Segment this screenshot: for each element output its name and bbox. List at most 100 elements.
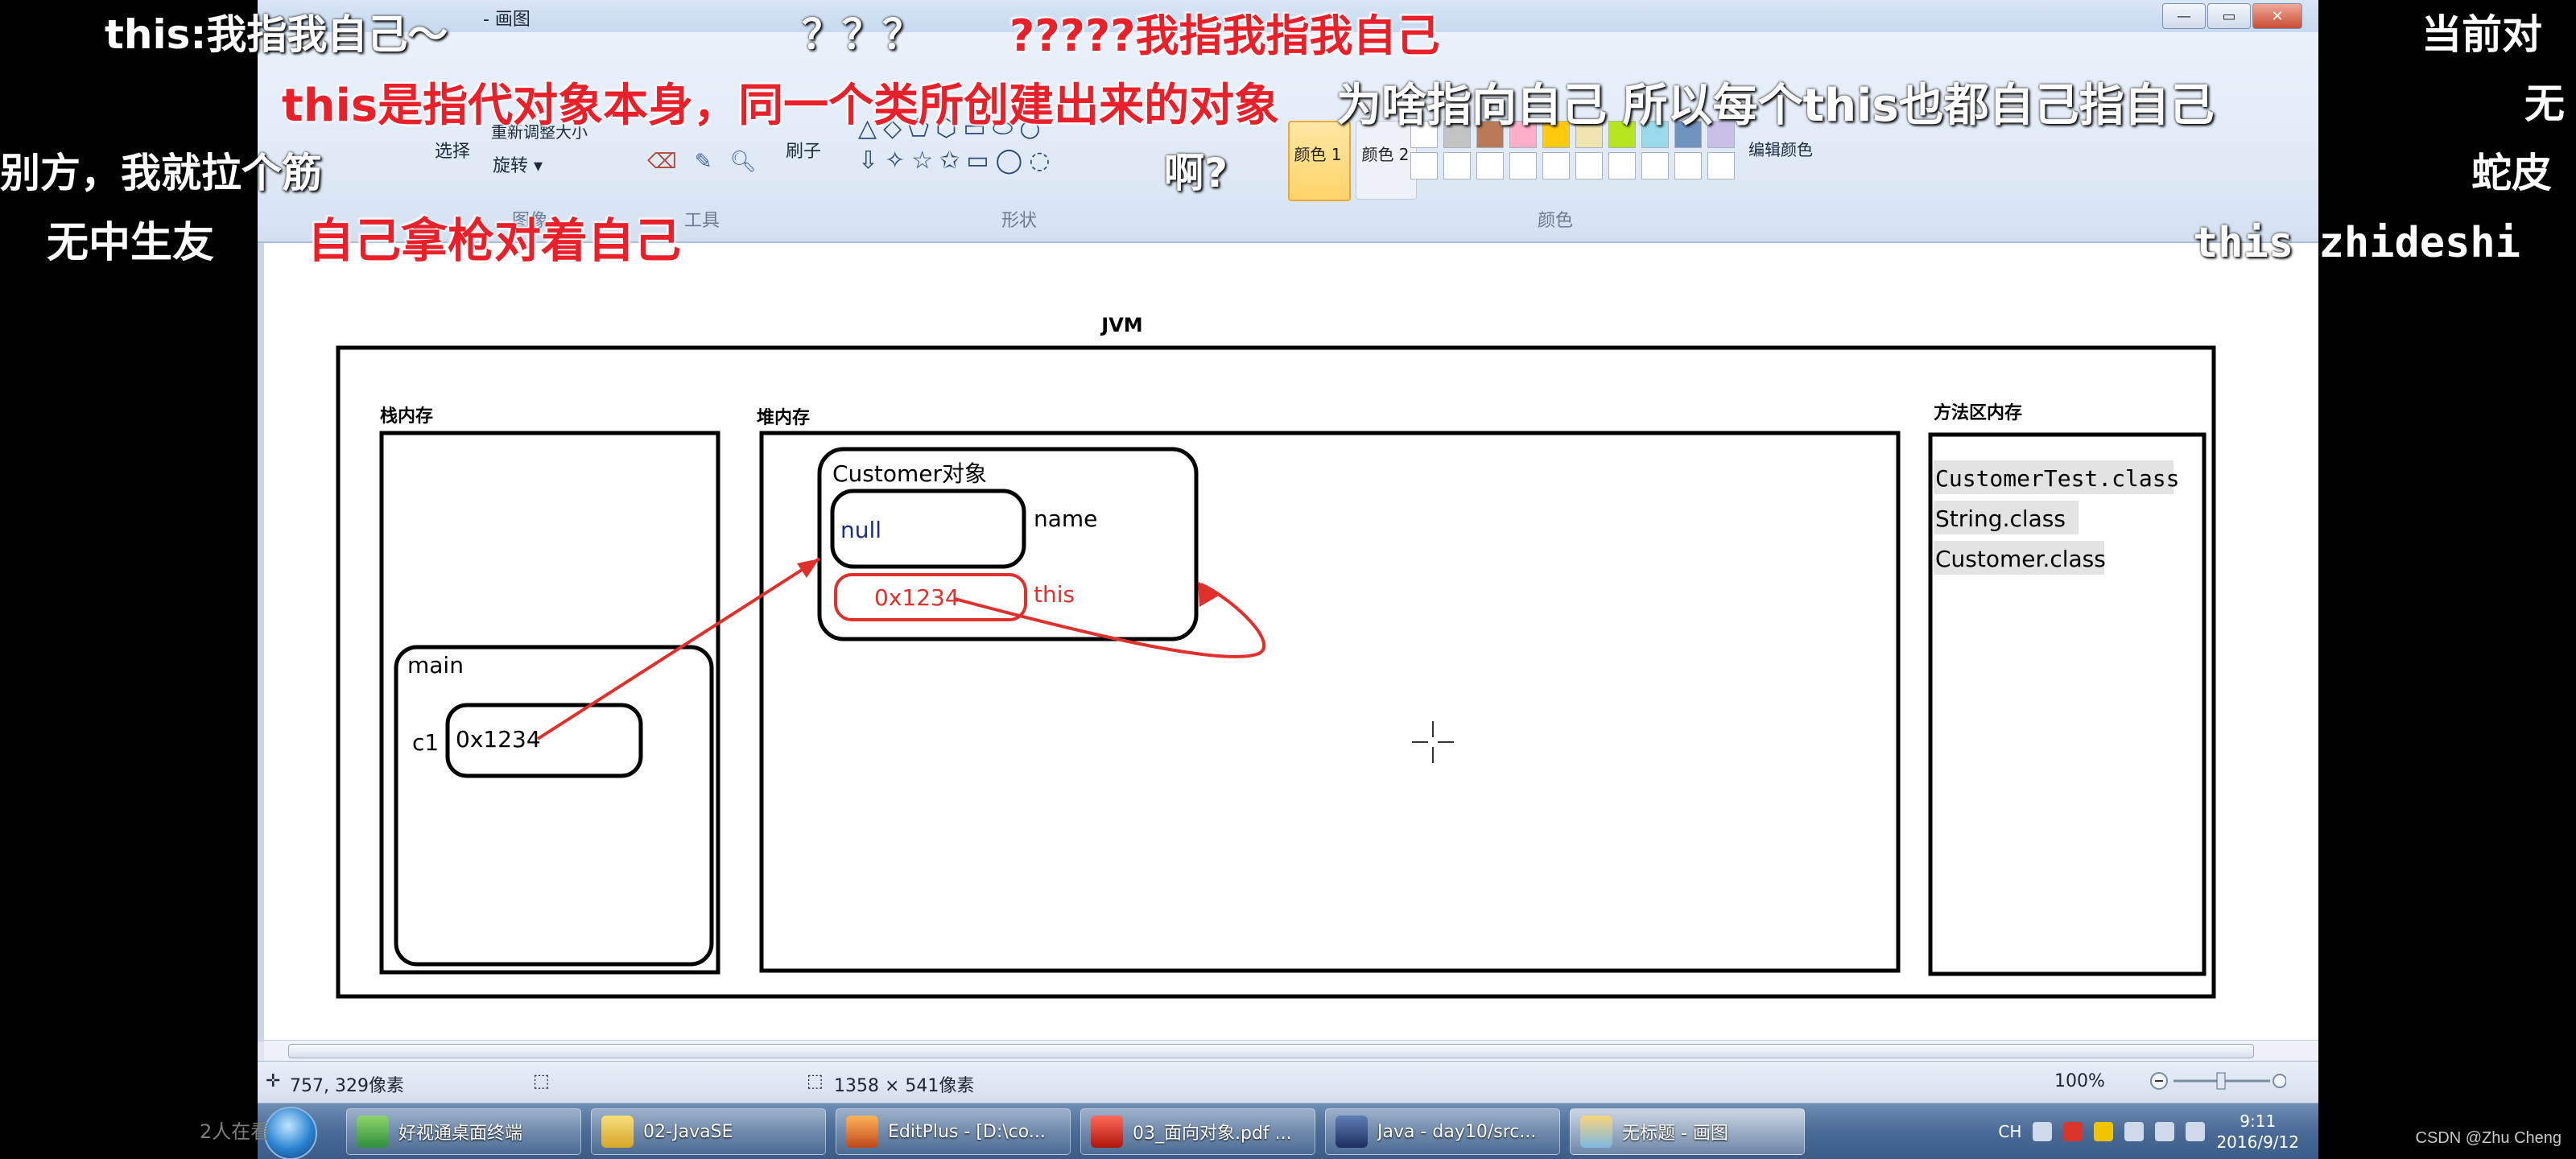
danmaku-comment: ？？？ xyxy=(802,11,923,58)
method-area-label: 方法区内存 xyxy=(1934,402,2022,423)
color2-label: 颜色 2 xyxy=(1361,145,1410,164)
heap-box xyxy=(759,431,1901,973)
system-tray: CH 9:11 2016/9/12 xyxy=(1998,1108,2299,1155)
taskbar-item-label: EditPlus - [D:\co... xyxy=(888,1121,1046,1142)
crosshair-cursor-icon xyxy=(1412,721,1454,763)
canvas-size-icon: ⬚ xyxy=(807,1071,824,1091)
swatch[interactable] xyxy=(1509,152,1537,179)
color1-label: 颜色 1 xyxy=(1294,145,1342,164)
tools-row: ⌫ ✎ 🔍︎ xyxy=(647,150,757,174)
windows-taskbar: 好视通桌面终端 02-JavaSE EditPlus - [D:\co... 0… xyxy=(258,1103,2318,1159)
group-tools-label: 工具 xyxy=(684,211,720,231)
danmaku-comment: ?????我指我指我自己 xyxy=(1009,10,1440,61)
arrowhead xyxy=(1198,581,1219,607)
class-entry: String.class xyxy=(1935,505,2066,532)
swatch[interactable] xyxy=(1641,152,1669,179)
group-shapes-label: 形状 xyxy=(1001,211,1038,231)
paint-icon xyxy=(1580,1116,1612,1148)
language-indicator[interactable]: CH xyxy=(1998,1122,2021,1141)
danmaku-comment: this zhideshi xyxy=(2193,219,2520,267)
jvm-diagram: JVM 栈内存 main c1 0x1234 堆内存 Customer对象 nu… xyxy=(336,314,2216,999)
keyboard-icon[interactable] xyxy=(2033,1122,2053,1141)
minimize-button[interactable]: — xyxy=(2162,3,2206,29)
danmaku-comment: 当前对 xyxy=(2421,11,2542,58)
clock-time: 9:11 xyxy=(2240,1112,2277,1131)
clock-date: 2016/9/12 xyxy=(2216,1132,2299,1152)
horizontal-scrollbar[interactable] xyxy=(264,1040,2318,1062)
var-c1-name: c1 xyxy=(412,729,439,756)
taskbar-item[interactable]: 02-JavaSE xyxy=(591,1108,826,1155)
close-button[interactable]: ✕ xyxy=(2252,3,2302,29)
status-bar: ✛ 757, 329像素 ⬚ ⬚ 1358 × 541像素 100% xyxy=(258,1061,2318,1103)
var-c1-value: 0x1234 xyxy=(456,726,541,753)
tray-app-icon[interactable] xyxy=(2094,1122,2114,1141)
editplus-icon xyxy=(846,1116,878,1148)
taskbar-item[interactable]: 03_面向对象.pdf ... xyxy=(1080,1108,1315,1155)
cursor-position-icon: ✛ xyxy=(266,1071,281,1091)
zoom-slider[interactable] xyxy=(2149,1071,2286,1091)
volume-icon[interactable] xyxy=(2186,1122,2206,1141)
edit-colors-button[interactable]: 编辑颜色 xyxy=(1748,137,1813,160)
scrollbar-thumb[interactable] xyxy=(288,1044,2254,1058)
swatch[interactable] xyxy=(1476,152,1504,179)
main-frame xyxy=(394,645,714,967)
eraser-icon[interactable]: ⌫ xyxy=(647,150,677,174)
swatch[interactable] xyxy=(1443,152,1471,179)
stack-label: 栈内存 xyxy=(380,406,433,427)
brush-button[interactable]: 刷子 xyxy=(786,137,821,163)
stack-box xyxy=(379,431,720,975)
maximize-button[interactable]: ▭ xyxy=(2207,3,2251,29)
class-entry: CustomerTest.class xyxy=(1935,465,2179,492)
name-field-value: null xyxy=(840,517,881,543)
tray-app-icon[interactable] xyxy=(2063,1122,2083,1141)
name-field-label: name xyxy=(1034,505,1097,532)
swatch[interactable] xyxy=(1674,152,1702,179)
selection-icon: ⬚ xyxy=(533,1071,550,1091)
app-icon xyxy=(357,1116,389,1148)
swatch[interactable] xyxy=(1608,152,1636,179)
customer-object-title: Customer对象 xyxy=(832,460,987,487)
pdf-icon xyxy=(1091,1116,1123,1148)
taskbar-item-label: 无标题 - 画图 xyxy=(1622,1124,1728,1144)
swatch[interactable] xyxy=(1707,152,1735,179)
viewer-count: 2人在看 xyxy=(200,1120,270,1143)
danmaku-comment: 无中生友 xyxy=(47,219,215,267)
start-button[interactable] xyxy=(264,1107,317,1159)
group-colors-label: 颜色 xyxy=(1538,211,1574,231)
taskbar-item[interactable]: EditPlus - [D:\co... xyxy=(836,1108,1071,1155)
danmaku-comment: 蛇皮 xyxy=(2471,150,2552,196)
swatch[interactable] xyxy=(1575,152,1603,179)
heap-label: 堆内存 xyxy=(757,407,810,428)
speaker-icon[interactable] xyxy=(2124,1122,2145,1141)
danmaku-comment: 为啥指向自己 所以每个this也都自己指自己 xyxy=(1336,80,2215,132)
taskbar-item-label: 02-JavaSE xyxy=(643,1121,733,1142)
main-frame-label: main xyxy=(407,652,464,678)
taskbar-item[interactable]: 好视通桌面终端 xyxy=(346,1108,581,1155)
network-icon[interactable] xyxy=(2155,1122,2175,1141)
canvas-size: 1358 × 541像素 xyxy=(834,1076,975,1096)
danmaku-comment: 无 xyxy=(2524,80,2565,127)
select-button[interactable]: 选择 xyxy=(435,137,470,163)
cursor-position: 757, 329像素 xyxy=(290,1076,404,1096)
color-picker-icon[interactable]: ✎ xyxy=(695,150,712,174)
drawing-canvas[interactable]: JVM 栈内存 main c1 0x1234 堆内存 Customer对象 nu… xyxy=(264,243,2318,1040)
clock[interactable]: 9:11 2016/9/12 xyxy=(2216,1111,2299,1153)
swatch[interactable] xyxy=(1410,152,1438,179)
this-field-label: this xyxy=(1034,581,1075,608)
jvm-title: JVM xyxy=(1100,314,1142,336)
taskbar-item[interactable]: Java - day10/src... xyxy=(1325,1108,1560,1155)
rotate-button[interactable]: 旋转 ▾ xyxy=(493,151,543,177)
danmaku-comment: 自己拿枪对着自己 xyxy=(308,213,682,268)
taskbar-item[interactable]: 无标题 - 画图 xyxy=(1570,1108,1805,1155)
folder-icon xyxy=(601,1116,634,1148)
arrowhead xyxy=(797,559,819,578)
zoom-level: 100% xyxy=(2054,1071,2105,1091)
watermark: CSDN @Zhu Cheng xyxy=(2415,1129,2562,1147)
swatch[interactable] xyxy=(1542,152,1570,179)
magnifier-icon[interactable]: 🔍︎ xyxy=(730,150,757,174)
eclipse-icon xyxy=(1335,1116,1368,1148)
danmaku-comment: 啊? xyxy=(1164,150,1228,196)
taskbar-item-label: Java - day10/src... xyxy=(1377,1121,1537,1142)
this-field-value: 0x1234 xyxy=(874,584,960,611)
screen-recording: - 画图 — ▭ ✕ 选择 重新调整大小 旋转 ▾ ⌫ ✎ 🔍︎ 刷子 △◇⬠⬡… xyxy=(258,0,2318,1159)
